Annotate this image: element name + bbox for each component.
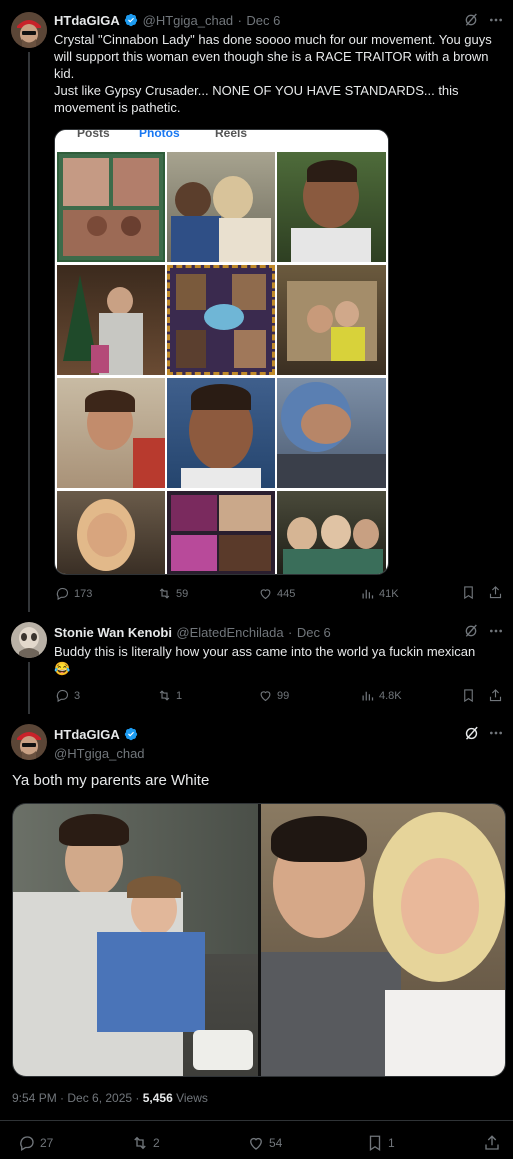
views-button[interactable]: 4.8K — [360, 688, 402, 703]
photo-tile — [167, 265, 275, 375]
share-icon[interactable] — [483, 1134, 501, 1152]
avatar[interactable] — [11, 724, 47, 760]
more-icon[interactable] — [488, 725, 504, 741]
grok-icon[interactable] — [463, 12, 479, 28]
like-button[interactable]: 54 — [247, 1134, 282, 1152]
thread-line — [28, 662, 30, 714]
photo-tile — [167, 378, 275, 488]
reply-icon — [56, 689, 69, 703]
tweet-header: Stonie Wan Kenobi @ElatedEnchilada · Dec… — [54, 625, 331, 640]
bookmark-button[interactable]: 1 — [366, 1134, 395, 1152]
tweet-text: Ya both my parents are White — [12, 772, 210, 789]
grok-icon[interactable] — [463, 623, 479, 639]
repost-icon — [134, 1136, 146, 1150]
like-button[interactable]: 99 — [258, 688, 289, 703]
timestamp[interactable]: Dec 6 — [297, 625, 331, 640]
grok-icon[interactable] — [463, 725, 480, 742]
display-name[interactable]: HTdaGIGA — [54, 727, 120, 742]
views-button[interactable]: 41K — [360, 586, 399, 601]
avatar[interactable] — [11, 12, 47, 48]
tweet-media[interactable]: Posts Photos Reels — [54, 129, 389, 575]
views-icon — [362, 691, 374, 701]
photo-tile — [277, 265, 386, 375]
repost-button[interactable]: 59 — [157, 586, 188, 601]
display-name[interactable]: Stonie Wan Kenobi — [54, 625, 172, 640]
photo-tile — [57, 265, 165, 375]
photo-tile — [277, 152, 386, 262]
tweet-header: HTdaGIGA @HTgiga_chad · Dec 6 — [54, 13, 281, 28]
photo-tile — [57, 152, 165, 262]
repost-icon — [159, 690, 170, 701]
share-icon[interactable] — [488, 688, 503, 703]
reply-button[interactable]: 173 — [55, 586, 92, 601]
timestamp[interactable]: Dec 6 — [246, 13, 280, 28]
like-button[interactable]: 445 — [258, 586, 295, 601]
tweet-text: Buddy this is literally how your ass cam… — [54, 643, 504, 677]
reply-button[interactable]: 3 — [55, 688, 80, 703]
verified-badge-icon — [125, 13, 138, 27]
handle[interactable]: @HTgiga_chad — [54, 746, 145, 761]
like-icon — [260, 589, 271, 600]
bookmark-icon[interactable] — [461, 688, 476, 703]
handle[interactable]: @ElatedEnchilada — [176, 625, 283, 640]
handle[interactable]: @HTgiga_chad — [143, 13, 234, 28]
reply-icon — [56, 587, 69, 601]
repost-button[interactable]: 1 — [157, 688, 182, 703]
photo-tile — [167, 152, 275, 262]
repost-icon — [159, 588, 170, 599]
like-icon — [250, 1137, 262, 1150]
reply-button[interactable]: 27 — [18, 1134, 53, 1152]
more-icon[interactable] — [488, 623, 504, 639]
display-name[interactable]: HTdaGIGA — [54, 13, 120, 28]
bookmark-icon[interactable] — [461, 585, 476, 600]
share-icon[interactable] — [488, 585, 503, 600]
tweet-media[interactable] — [12, 803, 506, 1077]
avatar-image — [11, 622, 47, 658]
tweet-header: HTdaGIGA @HTgiga_chad — [54, 726, 145, 761]
avatar-image — [11, 724, 47, 760]
photo-tile — [277, 491, 386, 574]
view-count: 5,456 — [142, 1091, 173, 1105]
reply-icon — [20, 1136, 34, 1151]
photo-tile — [57, 491, 165, 574]
repost-button[interactable]: 2 — [131, 1134, 160, 1152]
avatar[interactable] — [11, 622, 47, 658]
photo-tile — [167, 491, 275, 574]
photo-right[interactable] — [261, 804, 505, 1076]
photo-tile — [57, 378, 165, 488]
bookmark-icon — [369, 1135, 381, 1152]
tweet-text: Crystal "Cinnabon Lady" has done soooo m… — [54, 32, 492, 115]
media-tab-bar: Posts Photos Reels — [55, 130, 388, 150]
like-icon — [260, 691, 271, 702]
photo-left[interactable] — [13, 804, 258, 1076]
avatar-image — [11, 12, 47, 48]
tweet-meta: 9:54 PM · Dec 6, 2025 · 5,456 Views — [12, 1091, 208, 1105]
laughing-emoji: 😂 — [54, 661, 71, 676]
verified-badge-icon — [125, 727, 138, 741]
more-icon[interactable] — [488, 12, 504, 28]
photo-tile — [277, 378, 386, 488]
views-icon — [362, 589, 374, 599]
divider — [0, 1120, 513, 1121]
post-time[interactable]: 9:54 PM · Dec 6, 2025 · — [12, 1091, 143, 1105]
thread-line — [28, 52, 30, 612]
